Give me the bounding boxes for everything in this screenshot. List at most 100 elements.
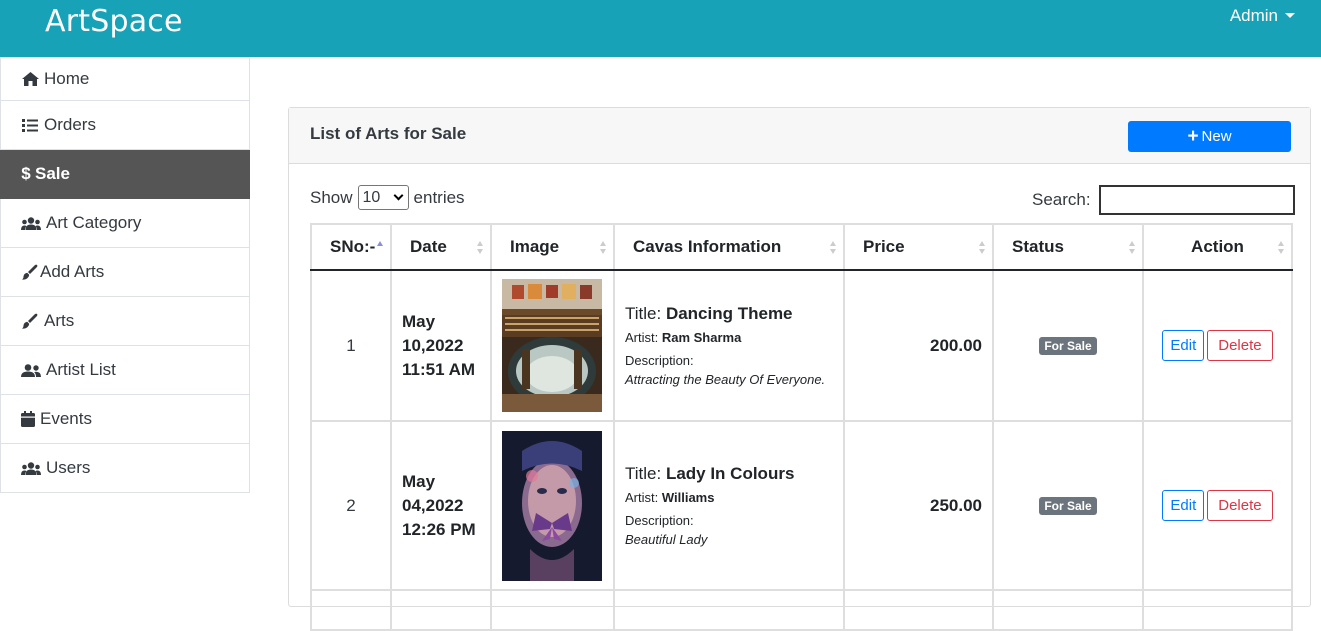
sidebar-item-label: Orders <box>44 115 96 134</box>
cell-status: For Sale <box>992 269 1144 422</box>
sidebar-item-label: Users <box>46 458 91 477</box>
cell-sno: 2 <box>310 420 392 591</box>
table-header-row: SNo:- Date Image Cavas Information Price… <box>310 223 1293 271</box>
cell-price: 200.00 <box>843 269 994 422</box>
cell-status <box>992 589 1144 631</box>
new-button-label: New <box>1201 128 1232 145</box>
sort-icon <box>1129 241 1136 255</box>
column-header-label: SNo:- <box>330 237 376 256</box>
sidebar-item-orders[interactable]: Orders <box>0 101 250 150</box>
date-time: 12:26 PM <box>402 519 476 539</box>
sidebar-item-add-arts[interactable]: Add Arts <box>0 248 250 297</box>
status-badge: For Sale <box>1039 336 1097 355</box>
sale-list-card: List of Arts for Sale + New Show 10 entr… <box>288 107 1311 631</box>
cell-sno: 1 <box>310 269 392 422</box>
top-navbar: ArtSpace Admin <box>0 0 1321 57</box>
column-header-label: Action <box>1191 237 1244 256</box>
column-header-status[interactable]: Status <box>992 223 1144 271</box>
cell-canvas-info: Title: Lady In Colours Artist: Williams … <box>613 420 845 591</box>
sidebar-item-label: Arts <box>44 311 75 330</box>
date-day-year: 04,2022 <box>402 495 464 515</box>
date-time: 11:51 AM <box>402 359 476 379</box>
column-header-date[interactable]: Date <box>390 223 492 271</box>
sidebar-item-label: Artist List <box>46 360 116 379</box>
column-header-sno[interactable]: SNo:- <box>310 223 392 271</box>
cell-sno <box>310 589 392 631</box>
sidebar-item-sale[interactable]: $ Sale <box>0 150 250 199</box>
edit-button[interactable]: Edit <box>1162 330 1205 361</box>
sidebar-item-label: Art Category <box>46 213 142 232</box>
cell-image <box>490 269 615 422</box>
description-label: Description: <box>625 513 694 528</box>
new-art-button[interactable]: + New <box>1128 121 1291 152</box>
plus-icon: + <box>1187 126 1199 147</box>
arts-table: SNo:- Date Image Cavas Information Price… <box>310 223 1293 631</box>
artist-line: Artist: Ram Sharma <box>625 330 843 345</box>
sort-icon <box>600 241 607 255</box>
cell-action: Edit Delete <box>1142 269 1293 422</box>
cell-canvas-info <box>613 589 845 631</box>
sidebar-item-home[interactable]: Home <box>0 57 250 101</box>
entries-label: entries <box>413 187 465 207</box>
admin-menu-label: Admin <box>1229 6 1278 25</box>
column-header-label: Status <box>1012 237 1064 256</box>
sidebar-item-events[interactable]: Events <box>0 395 250 444</box>
column-header-image[interactable]: Image <box>490 223 615 271</box>
show-label: Show <box>310 187 353 207</box>
delete-button[interactable]: Delete <box>1207 490 1273 521</box>
users-icon <box>21 460 41 476</box>
column-header-price[interactable]: Price <box>843 223 994 271</box>
sort-icon <box>1278 241 1285 255</box>
date-month: May <box>402 471 436 491</box>
column-header-label: Date <box>410 237 447 256</box>
table-row: 1 May 10,2022 11:51 AM Title: Dancing Th… <box>310 269 1293 422</box>
description-text: Attracting the Beauty Of Everyone. <box>625 372 826 387</box>
art-title-line: Title: Dancing Theme <box>625 304 843 324</box>
artist-name: Ram Sharma <box>661 330 742 345</box>
table-row <box>310 589 1293 631</box>
sidebar: Home Orders $ Sale Art Category Add Arts… <box>0 57 250 493</box>
sidebar-item-label: Sale <box>35 164 70 183</box>
sidebar-item-artist-list[interactable]: Artist List <box>0 346 250 395</box>
cell-action <box>1142 589 1293 631</box>
artist-prefix: Artist: <box>625 330 662 345</box>
dollar-icon: $ <box>21 164 31 183</box>
cell-date <box>390 589 492 631</box>
calendar-icon <box>21 411 35 427</box>
artwork-thumbnail[interactable] <box>502 279 602 412</box>
title-prefix: Title: <box>625 464 666 483</box>
sidebar-item-users[interactable]: Users <box>0 444 250 493</box>
cell-date: May 10,2022 11:51 AM <box>390 269 492 422</box>
date-month: May <box>402 311 436 331</box>
entries-select[interactable]: 10 <box>357 185 409 210</box>
cell-image <box>490 589 615 631</box>
table-row: 2 May 04,2022 12:26 PM Title: Lady In Co… <box>310 420 1293 591</box>
card-header: List of Arts for Sale + New <box>289 108 1310 164</box>
art-title-line: Title: Lady In Colours <box>625 464 843 484</box>
description-label: Description: <box>625 353 694 368</box>
chevron-down-icon <box>393 190 403 201</box>
users-icon <box>21 215 41 231</box>
date-day-year: 10,2022 <box>402 335 464 355</box>
sidebar-item-label: Events <box>40 409 92 428</box>
admin-user-menu[interactable]: Admin <box>1230 6 1295 26</box>
sidebar-item-arts[interactable]: Arts <box>0 297 250 346</box>
artwork-thumbnail[interactable] <box>502 430 602 581</box>
list-icon <box>21 117 39 133</box>
sidebar-item-art-category[interactable]: Art Category <box>0 199 250 248</box>
cell-price <box>843 589 994 631</box>
cell-image <box>490 420 615 591</box>
search-label: Search: <box>1032 190 1091 209</box>
sort-icon <box>477 241 484 255</box>
column-header-canvas-info[interactable]: Cavas Information <box>613 223 845 271</box>
search-input[interactable] <box>1098 185 1295 215</box>
delete-button[interactable]: Delete <box>1207 330 1273 361</box>
column-header-action[interactable]: Action <box>1142 223 1293 271</box>
entries-length-control: Show 10 entries <box>310 185 465 210</box>
entries-select-value: 10 <box>362 188 381 206</box>
cell-status: For Sale <box>992 420 1144 591</box>
column-header-label: Cavas Information <box>633 237 782 256</box>
brand-logo[interactable]: ArtSpace <box>45 4 183 39</box>
cell-date: May 04,2022 12:26 PM <box>390 420 492 591</box>
edit-button[interactable]: Edit <box>1162 490 1205 521</box>
